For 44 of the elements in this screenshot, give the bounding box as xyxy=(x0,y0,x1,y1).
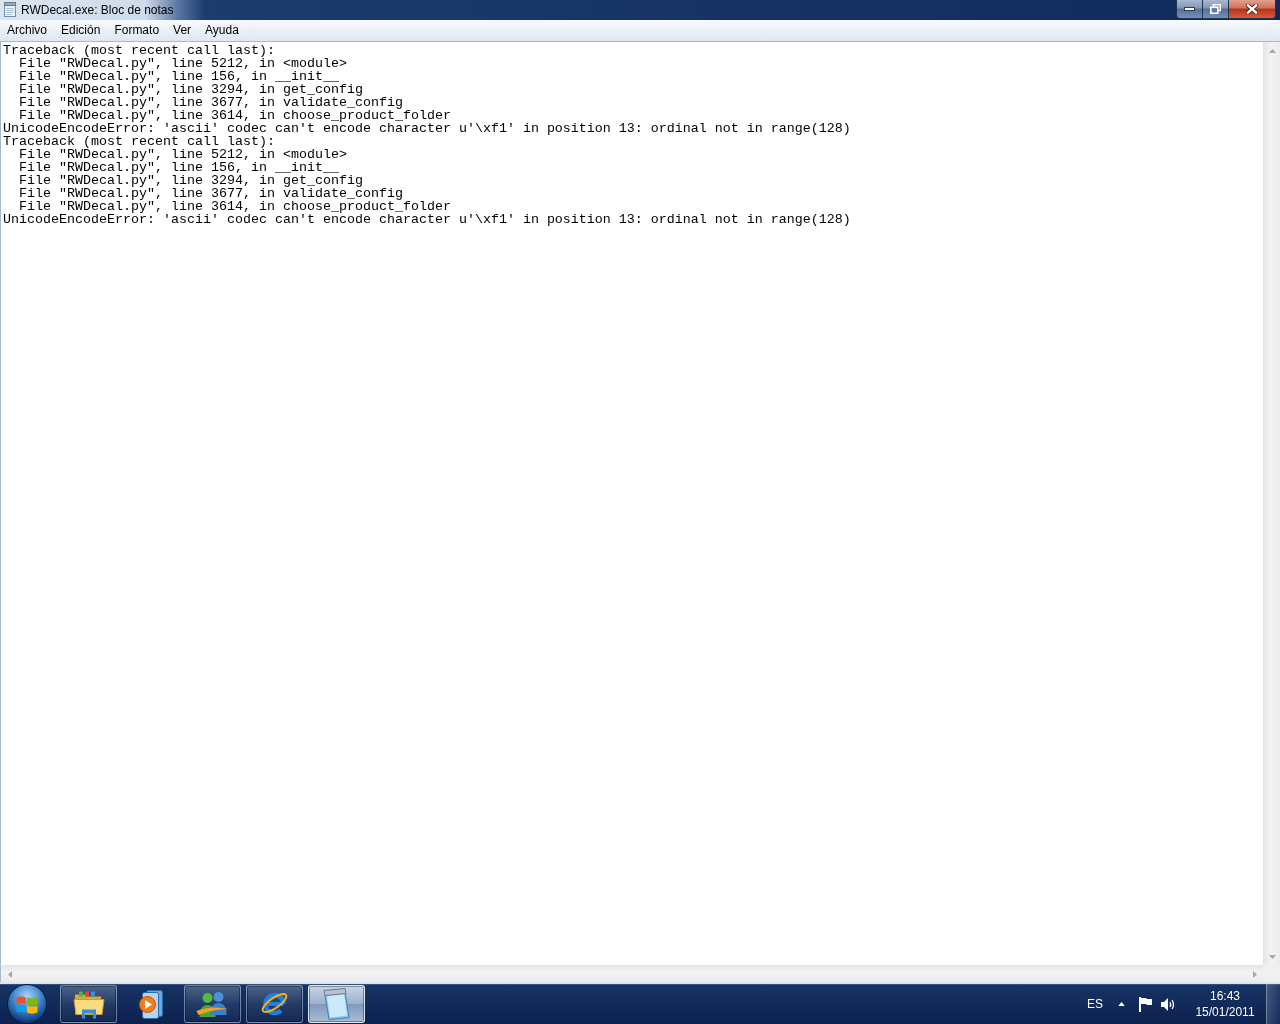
menu-item[interactable]: Formato xyxy=(107,20,167,41)
notepad-icon xyxy=(4,2,16,17)
text-line: File "RWDecal.py", line 156, in __init__ xyxy=(18,70,339,83)
taskbar-button[interactable] xyxy=(246,985,303,1023)
close-icon xyxy=(1246,4,1258,14)
text-line: Traceback (most recent call last): xyxy=(3,135,275,148)
e-orbit-icon xyxy=(261,992,288,1016)
restore-button[interactable] xyxy=(1203,0,1229,19)
text-line: File "RWDecal.py", line 3294, in get_config xyxy=(18,83,363,96)
four-pane-logo-icon xyxy=(16,994,38,1014)
text-line: UnicodeEncodeError: 'ascii' codec can't encode character u'\xf1' in position 13: ordinal not in range(128) xyxy=(3,213,851,226)
text-line: File "RWDecal.py", line 3677, in validate_config xyxy=(18,187,403,200)
clock-date[interactable]: 15/01/2011 xyxy=(1195,1004,1255,1020)
window-title: RWDecal.exe: Bloc de notas xyxy=(21,3,174,17)
start-button[interactable] xyxy=(7,984,47,1024)
text-line: File "RWDecal.py", line 3677, in validate_config xyxy=(18,96,403,109)
text-line: File "RWDecal.py", line 3614, in choose_product_folder xyxy=(19,200,451,213)
caret-up-icon[interactable] xyxy=(1118,1002,1125,1006)
speaker-icon[interactable] xyxy=(1161,997,1175,1011)
restore-icon xyxy=(1210,4,1221,14)
minimize-button[interactable] xyxy=(1176,0,1203,19)
people-icon xyxy=(196,991,229,1017)
minimize-icon xyxy=(1184,7,1195,11)
text-line: File "RWDecal.py", line 5212, in <module> xyxy=(18,148,347,161)
clock-time[interactable]: 16:43 xyxy=(1210,988,1240,1004)
folder-icon xyxy=(72,989,105,1019)
text-line: Traceback (most recent call last): xyxy=(3,44,275,57)
language-indicator[interactable]: ES xyxy=(1087,997,1103,1011)
menu-item[interactable]: Ayuda xyxy=(198,20,246,41)
taskbar-button[interactable] xyxy=(184,985,241,1023)
text-line: File "RWDecal.py", line 5212, in <module> xyxy=(18,57,347,70)
play-icon xyxy=(138,989,163,1019)
flag-icon[interactable] xyxy=(1139,996,1152,1012)
menu-item[interactable]: Archivo xyxy=(0,20,54,41)
text-line: File "RWDecal.py", line 3614, in choose_product_folder xyxy=(19,109,451,122)
show-desktop-button[interactable] xyxy=(1266,984,1280,1024)
menu-item[interactable]: Edición xyxy=(54,20,108,41)
text-line: File "RWDecal.py", line 3294, in get_config xyxy=(18,174,363,187)
taskbar-button[interactable] xyxy=(60,985,117,1023)
menu-item[interactable]: Ver xyxy=(166,20,199,41)
text-line: UnicodeEncodeError: 'ascii' codec can't encode character u'\xf1' in position 13: ordinal not in range(128) xyxy=(3,122,851,135)
text-line: File "RWDecal.py", line 156, in __init__ xyxy=(18,161,339,174)
close-button[interactable] xyxy=(1229,0,1276,19)
notepad-icon xyxy=(323,988,350,1020)
